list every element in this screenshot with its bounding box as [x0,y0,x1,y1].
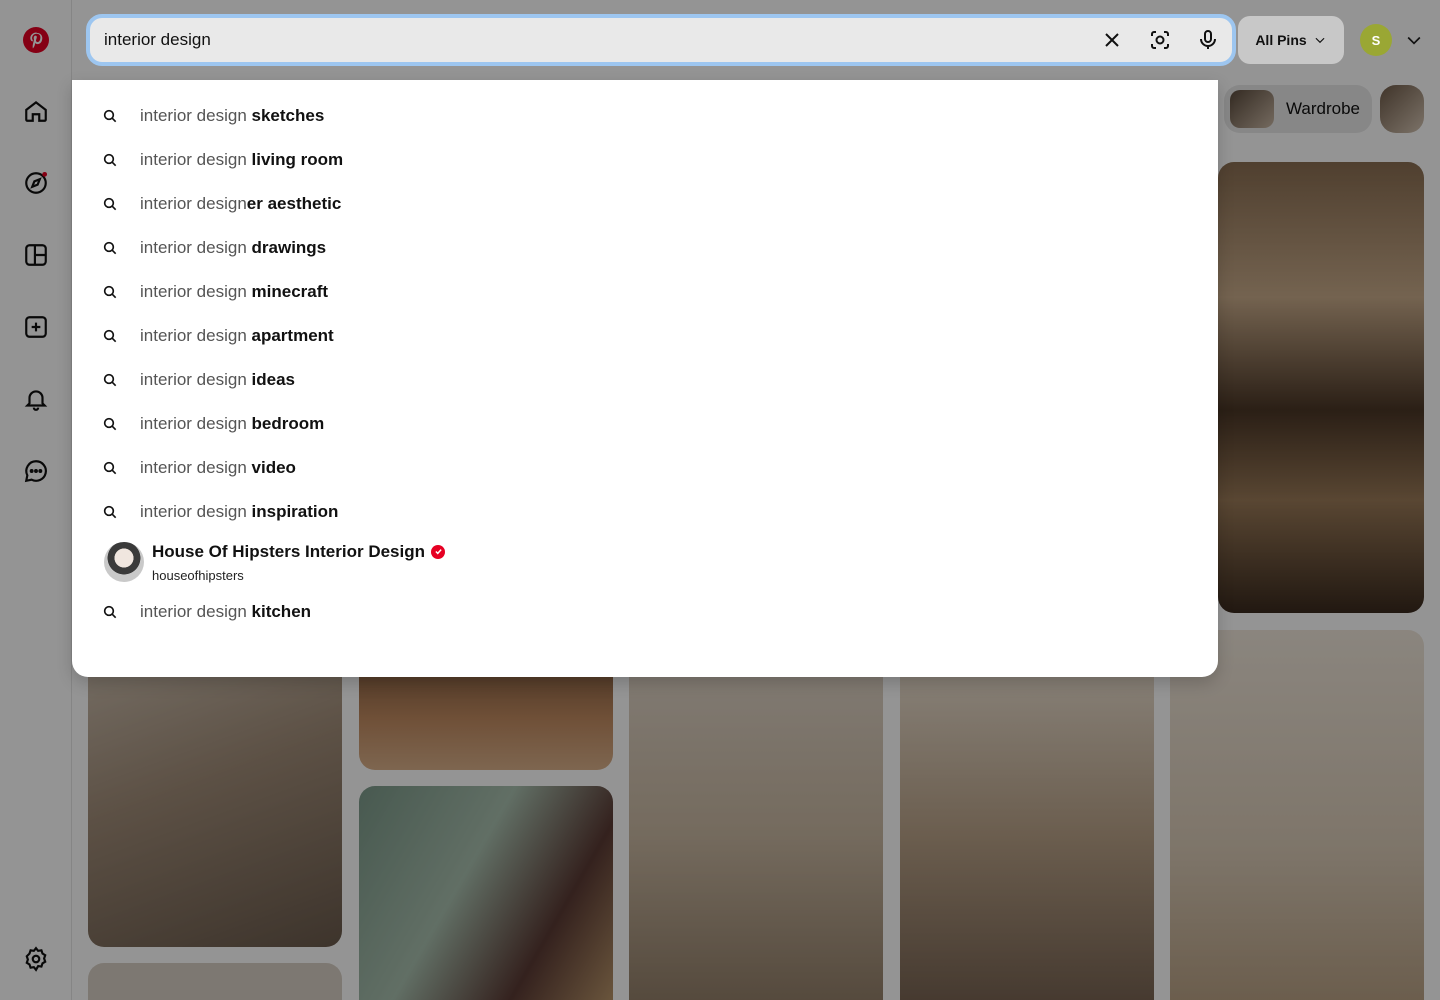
suggestion-item[interactable]: interior designer aesthetic [102,184,341,224]
search-suggestions-dropdown: interior design sketches interior design … [72,80,1218,677]
search-icon [103,109,117,123]
profile-avatar [104,542,144,582]
search-icon [103,241,117,255]
suggestion-text: interior design inspiration [140,502,339,521]
search-box [86,14,1236,66]
clear-search-button[interactable] [1088,18,1136,62]
search-icon [103,417,117,431]
profile-name-row: House Of Hipsters Interior Design [152,542,445,562]
camera-lens-icon [1151,31,1169,49]
profile-handle: houseofhipsters [152,567,244,583]
suggestion-item[interactable]: interior design sketches [102,96,324,136]
suggestion-item[interactable]: interior design living room [102,140,343,180]
suggestion-text: interior designer aesthetic [140,194,342,213]
suggestion-text: interior design living room [140,150,344,169]
account-avatar[interactable]: S [1360,24,1392,56]
profile-name: House Of Hipsters Interior Design [152,541,425,561]
search-icon [103,605,117,619]
suggestion-item[interactable]: interior design bedroom [102,404,324,444]
search-icon [103,285,117,299]
suggestion-item[interactable]: interior design kitchen [102,592,311,632]
voice-search-button[interactable] [1184,18,1232,62]
search-icon [103,197,117,211]
suggestion-text: interior design video [140,458,296,477]
close-icon [1105,33,1119,47]
search-icon [103,329,117,343]
suggestion-item[interactable]: interior design minecraft [102,272,328,312]
suggestion-text: interior design apartment [140,326,334,345]
suggestion-item[interactable]: interior design drawings [102,228,326,268]
suggested-profile[interactable]: House Of Hipsters Interior Design houseo… [104,540,445,584]
search-icon [103,373,117,387]
suggestion-text: interior design bedroom [140,414,325,433]
search-icon [103,153,117,167]
search-input[interactable] [90,18,1088,62]
suggestion-text: interior design ideas [140,370,295,389]
suggestion-text: interior design drawings [140,238,327,257]
suggestion-text: interior design sketches [140,106,325,125]
suggestion-item[interactable]: interior design video [102,448,296,488]
suggestion-text: interior design minecraft [140,282,329,301]
filter-label: All Pins [1255,32,1307,48]
visual-search-button[interactable] [1136,18,1184,62]
search-header: All Pins S [72,0,1440,80]
suggestion-item[interactable]: interior design inspiration [102,492,338,532]
suggestion-item[interactable]: interior design ideas [102,360,295,400]
chevron-down-icon [1315,37,1325,44]
all-pins-filter-button[interactable]: All Pins [1238,16,1344,64]
suggestion-item[interactable]: interior design apartment [102,316,334,356]
verified-check-icon [431,544,445,559]
search-icon [103,461,117,475]
microphone-icon [1200,30,1216,49]
suggestion-text: interior design kitchen [140,602,312,621]
account-menu-chevron-button[interactable] [1404,30,1424,50]
search-icon [103,505,117,519]
chevron-down-icon [1407,36,1421,45]
